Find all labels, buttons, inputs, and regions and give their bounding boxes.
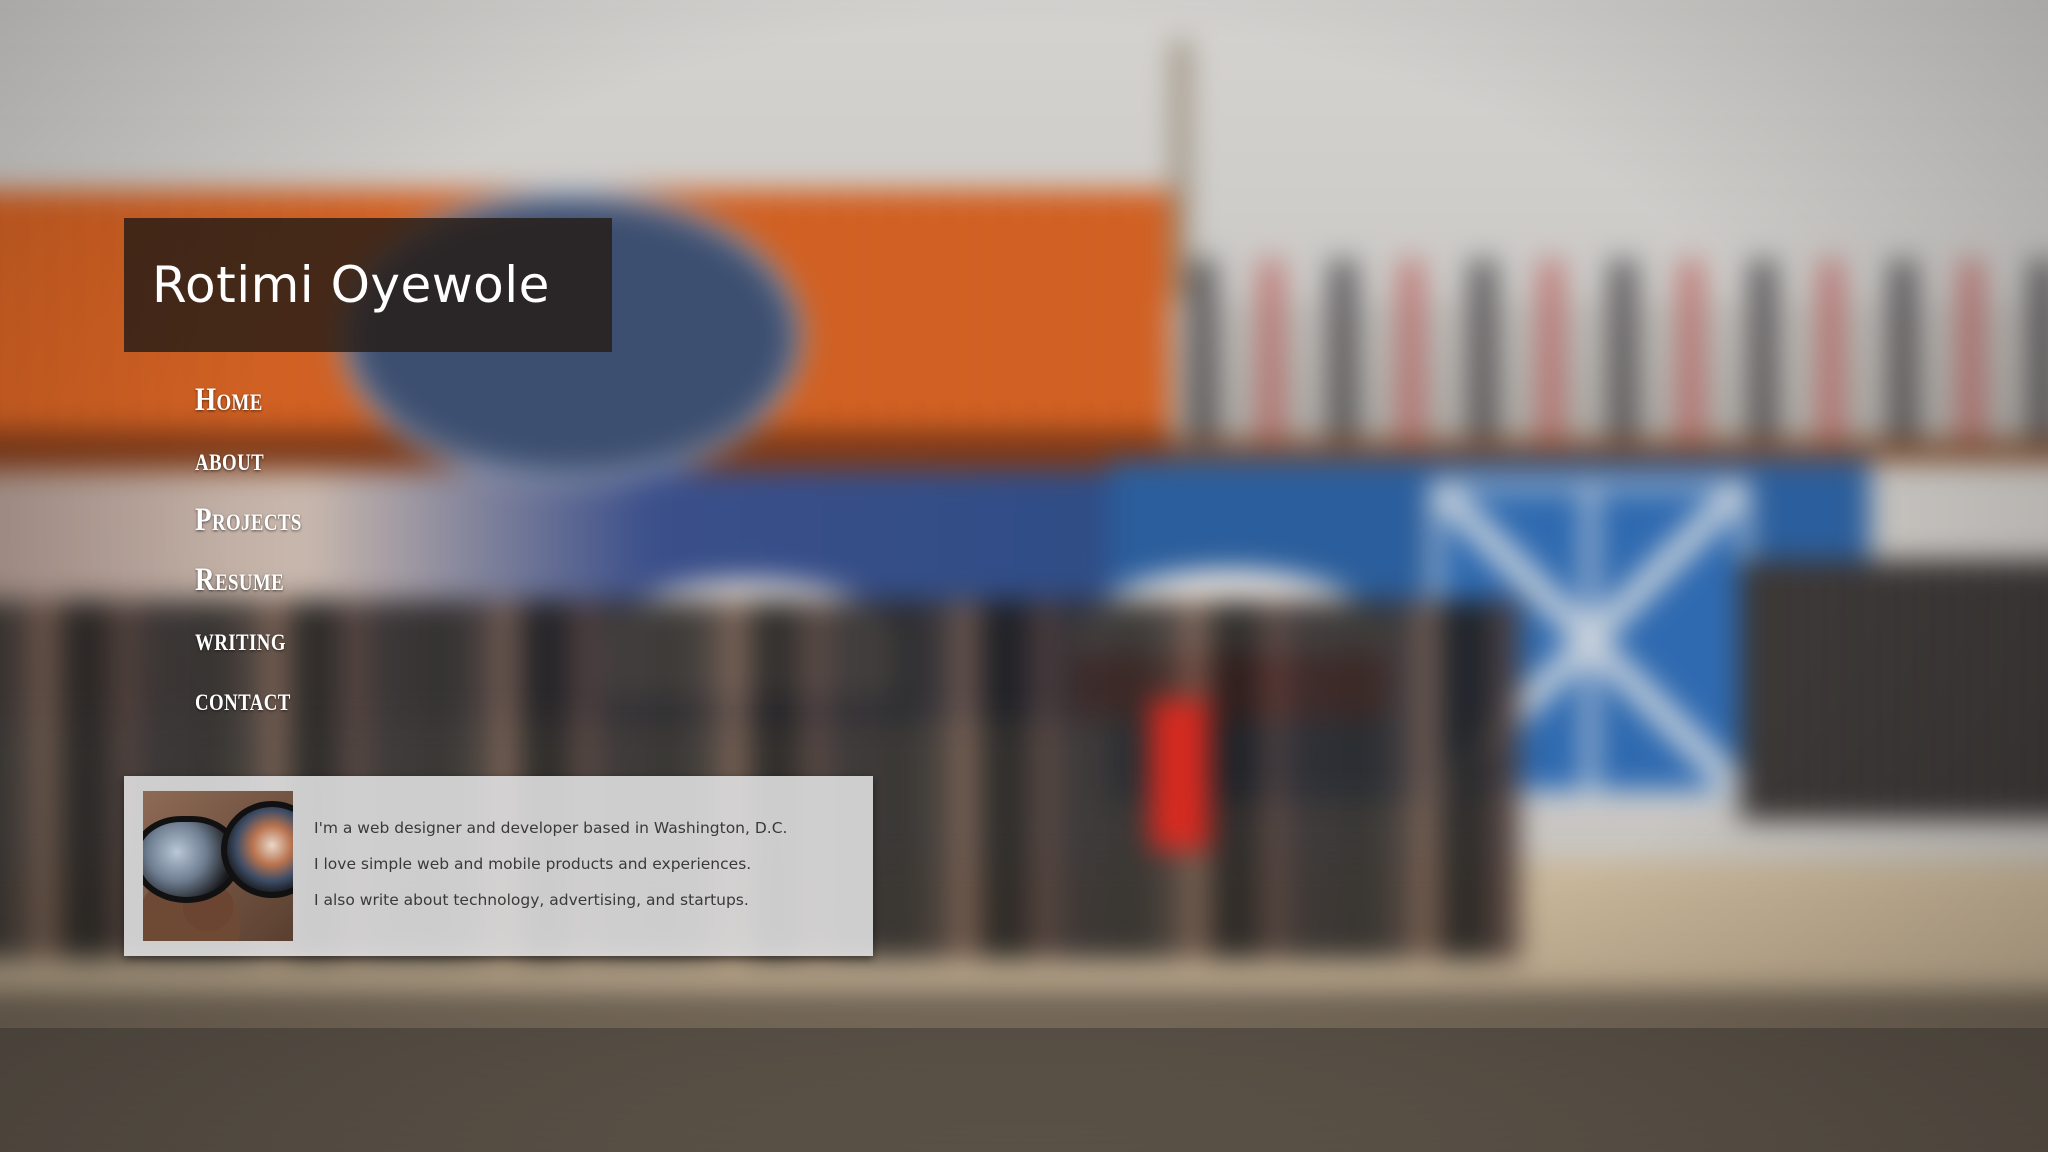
nav-item-projects: Projects [195,490,325,550]
nav-item-contact: contact [195,670,325,730]
nav-item-about: about [195,430,325,490]
about-line: I love simple web and mobile products an… [314,855,752,873]
nav-link-projects[interactable]: Projects [195,502,302,539]
about-line: I'm a web designer and developer based i… [314,819,788,837]
nav-item-home: Home [195,370,325,430]
site-title[interactable]: Rotimi Oyewole [152,256,550,314]
about-text: I'm a web designer and developer based i… [314,810,787,918]
page: Rotimi Oyewole Home about Projects Resum… [0,0,2048,1152]
nav-link-writing[interactable]: writing [195,622,286,659]
nav-link-about[interactable]: about [195,442,264,479]
about-line: I also write about technology, advertisi… [314,891,749,909]
nav-link-home[interactable]: Home [195,382,263,419]
bottom-band [0,1028,2048,1152]
about-card: I'm a web designer and developer based i… [124,776,873,956]
nav-link-contact[interactable]: contact [195,682,291,719]
main-nav: Home about Projects Resume writing conta… [195,370,325,730]
nav-item-resume: Resume [195,550,325,610]
avatar [143,791,293,941]
site-title-box: Rotimi Oyewole [124,218,612,352]
nav-item-writing: writing [195,610,325,670]
nav-link-resume[interactable]: Resume [195,562,284,599]
